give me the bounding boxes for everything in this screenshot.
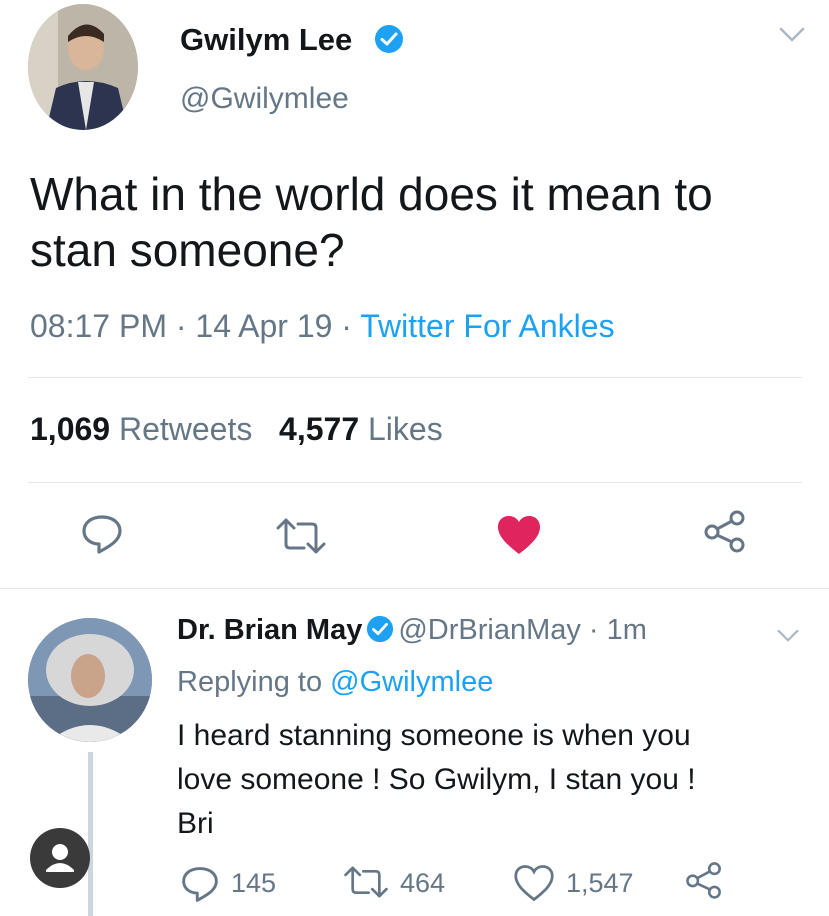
like-count: 1,547 [566,868,634,898]
author-display-name[interactable]: Gwilym Lee [180,22,352,58]
tweet-date[interactable]: 14 Apr 19 [195,308,332,344]
chevron-down-icon[interactable] [778,26,806,49]
reply-text-line: love someone ! So Gwilym, I stan you ! [177,763,696,796]
retweets-stat[interactable]: 1,069 Retweets [30,411,252,447]
tweet-stats: 1,069 Retweets 4,577 Likes [30,411,443,448]
retweets-label: Retweets [118,411,253,447]
reply-text: I heard stanning someone is when you lov… [177,714,797,846]
retweet-icon[interactable] [274,518,328,559]
retweets-count: 1,069 [30,411,111,447]
likes-count: 4,577 [279,411,360,447]
separator-dot: · [580,614,607,646]
tweet-time: 08:17 PM [30,308,167,344]
reply-author-handle[interactable]: @DrBrianMay [398,614,581,646]
profile-icon[interactable] [30,828,90,888]
heart-icon[interactable] [514,864,554,907]
separator-dot: · [175,308,187,344]
verified-badge-icon [366,615,394,651]
author-avatar[interactable] [28,4,138,130]
reply-bubble-icon[interactable] [180,864,220,909]
share-icon[interactable] [702,508,748,559]
likes-stat[interactable]: 4,577 Likes [279,411,443,447]
verified-badge-icon [374,24,404,59]
replying-to-mention[interactable]: @Gwilymlee [330,666,493,698]
likes-label: Likes [368,411,443,447]
author-handle[interactable]: @Gwilymlee [180,82,349,116]
reply-text-line: I heard stanning someone is when you [177,719,691,752]
retweet-icon[interactable] [342,866,390,903]
tweet-text: What in the world does it mean to stan s… [30,168,713,276]
heart-icon[interactable] [496,514,542,561]
separator-dot: · [341,308,352,344]
chevron-down-icon[interactable] [776,628,800,649]
reply-text-line: Bri [177,807,214,840]
replying-to-label: Replying to [177,666,323,698]
retweet-count: 464 [400,868,446,898]
reply-author-avatar[interactable] [28,618,152,742]
replying-to: Replying to @Gwilymlee [177,666,493,699]
tweet-metadata: 08:17 PM · 14 Apr 19 · Twitter For Ankle… [30,308,615,345]
share-icon[interactable] [684,860,724,905]
divider [28,377,802,378]
reply-author-display-name[interactable]: Dr. Brian May [177,614,362,646]
tweet-client[interactable]: Twitter For Ankles [360,308,614,344]
divider [28,482,802,483]
reply-count: 145 [231,868,277,898]
reply-header: Dr. Brian May @DrBrianMay · 1m [177,614,647,651]
reply-age[interactable]: 1m [607,614,647,646]
divider [0,588,829,589]
reply-bubble-icon[interactable] [80,512,124,561]
